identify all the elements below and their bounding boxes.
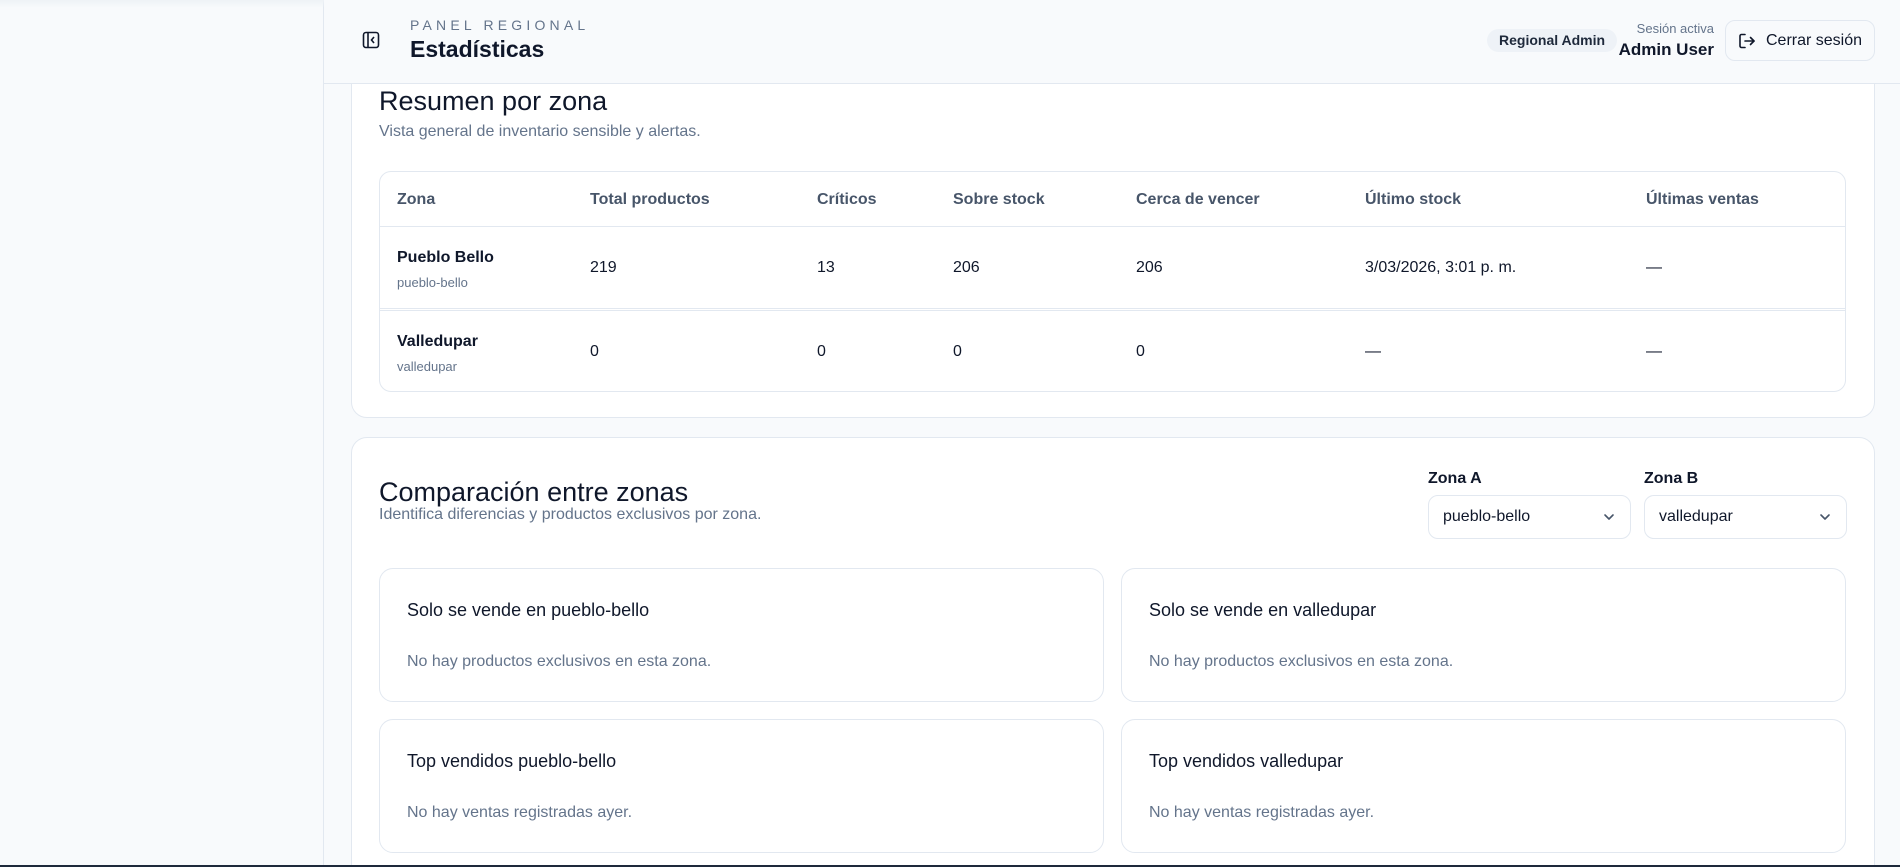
exclusive-zone-a-card: Solo se vende en pueblo-bello No hay pro… xyxy=(379,568,1104,702)
comparison-title: Comparación entre zonas xyxy=(379,477,689,507)
summary-subtitle: Vista general de inventario sensible y a… xyxy=(379,123,701,140)
overstock-cell: 0 xyxy=(953,343,962,360)
near-expiry-cell: 0 xyxy=(1136,343,1145,360)
empty-message: No hay productos exclusivos en esta zona… xyxy=(407,653,712,670)
zone-slug: valledupar xyxy=(397,359,457,374)
top-sold-zone-a-card: Top vendidos pueblo-bello No hay ventas … xyxy=(379,719,1104,853)
zone-slug: pueblo-bello xyxy=(397,275,468,290)
column-header: Total productos xyxy=(590,191,710,208)
zone-name: Valledupar xyxy=(397,333,478,350)
total-products-cell: 219 xyxy=(590,259,617,276)
summary-title: Resumen por zona xyxy=(379,86,608,116)
column-header: Sobre stock xyxy=(953,191,1045,208)
column-header: Zona xyxy=(397,191,436,208)
empty-message: No hay ventas registradas ayer. xyxy=(407,804,633,821)
exclusive-zone-b-card: Solo se vende en valledupar No hay produ… xyxy=(1121,568,1846,702)
last-sales-cell: — xyxy=(1646,343,1662,360)
main-content: PANEL REGIONAL Estadísticas Regional Adm… xyxy=(324,0,1900,867)
last-stock-cell: — xyxy=(1365,343,1381,360)
empty-message: No hay productos exclusivos en esta zona… xyxy=(1149,653,1454,670)
summary-card: Resumen por zona Vista general de invent… xyxy=(351,40,1875,418)
zone-b-value: valledupar xyxy=(1659,508,1733,525)
last-stock-cell: 3/03/2026, 3:01 p. m. xyxy=(1365,259,1517,276)
zone-b-select[interactable]: valledupar xyxy=(1644,495,1847,539)
top-sold-zone-b-card: Top vendidos valledupar No hay ventas re… xyxy=(1121,719,1846,853)
chevron-down-icon xyxy=(1820,514,1830,520)
sidebar-collapse-icon xyxy=(362,31,380,49)
logout-button[interactable]: Cerrar sesión xyxy=(1725,20,1875,61)
session-user: Admin User xyxy=(1618,40,1714,59)
sidebar-shade xyxy=(0,0,324,8)
critical-cell: 0 xyxy=(817,343,826,360)
summary-table: Zona Total productos Críticos Sobre stoc… xyxy=(379,171,1846,392)
table-row: Pueblo Bello pueblo-bello 219 13 206 206… xyxy=(380,227,1845,309)
top-header: PANEL REGIONAL Estadísticas Regional Adm… xyxy=(324,0,1900,84)
logout-label: Cerrar sesión xyxy=(1765,31,1863,49)
comparison-card: Comparación entre zonas Identifica difer… xyxy=(351,437,1875,867)
critical-cell: 13 xyxy=(817,259,835,276)
session-label: Sesión activa xyxy=(1636,21,1714,36)
column-header: Último stock xyxy=(1365,191,1462,208)
column-header: Cerca de vencer xyxy=(1136,191,1260,208)
table-row: Valledupar valledupar 0 0 0 0 — — xyxy=(380,310,1845,391)
near-expiry-cell: 206 xyxy=(1136,259,1163,276)
logout-icon xyxy=(1739,33,1755,48)
role-badge: Regional Admin xyxy=(1487,29,1618,52)
card-title: Top vendidos valledupar xyxy=(1149,751,1344,771)
zone-a-value: pueblo-bello xyxy=(1443,508,1531,525)
table-header: Zona Total productos Críticos Sobre stoc… xyxy=(380,172,1845,227)
overstock-cell: 206 xyxy=(953,259,980,276)
page-title: Estadísticas xyxy=(410,36,545,62)
zone-a-label: Zona A xyxy=(1428,470,1482,487)
column-header: Últimas ventas xyxy=(1646,191,1759,208)
card-title: Solo se vende en valledupar xyxy=(1149,600,1377,620)
sidebar xyxy=(0,0,324,867)
zone-name: Pueblo Bello xyxy=(397,249,494,266)
card-title: Top vendidos pueblo-bello xyxy=(407,751,617,771)
column-header: Críticos xyxy=(817,191,877,208)
sidebar-toggle-button[interactable] xyxy=(360,29,382,51)
comparison-subtitle: Identifica diferencias y productos exclu… xyxy=(379,506,762,523)
empty-message: No hay ventas registradas ayer. xyxy=(1149,804,1375,821)
chevron-down-icon xyxy=(1604,514,1614,520)
zone-b-label: Zona B xyxy=(1644,470,1699,487)
header-kicker: PANEL REGIONAL xyxy=(410,17,590,33)
last-sales-cell: — xyxy=(1646,259,1662,276)
card-title: Solo se vende en pueblo-bello xyxy=(407,600,650,620)
total-products-cell: 0 xyxy=(590,343,599,360)
zone-a-select[interactable]: pueblo-bello xyxy=(1428,495,1631,539)
